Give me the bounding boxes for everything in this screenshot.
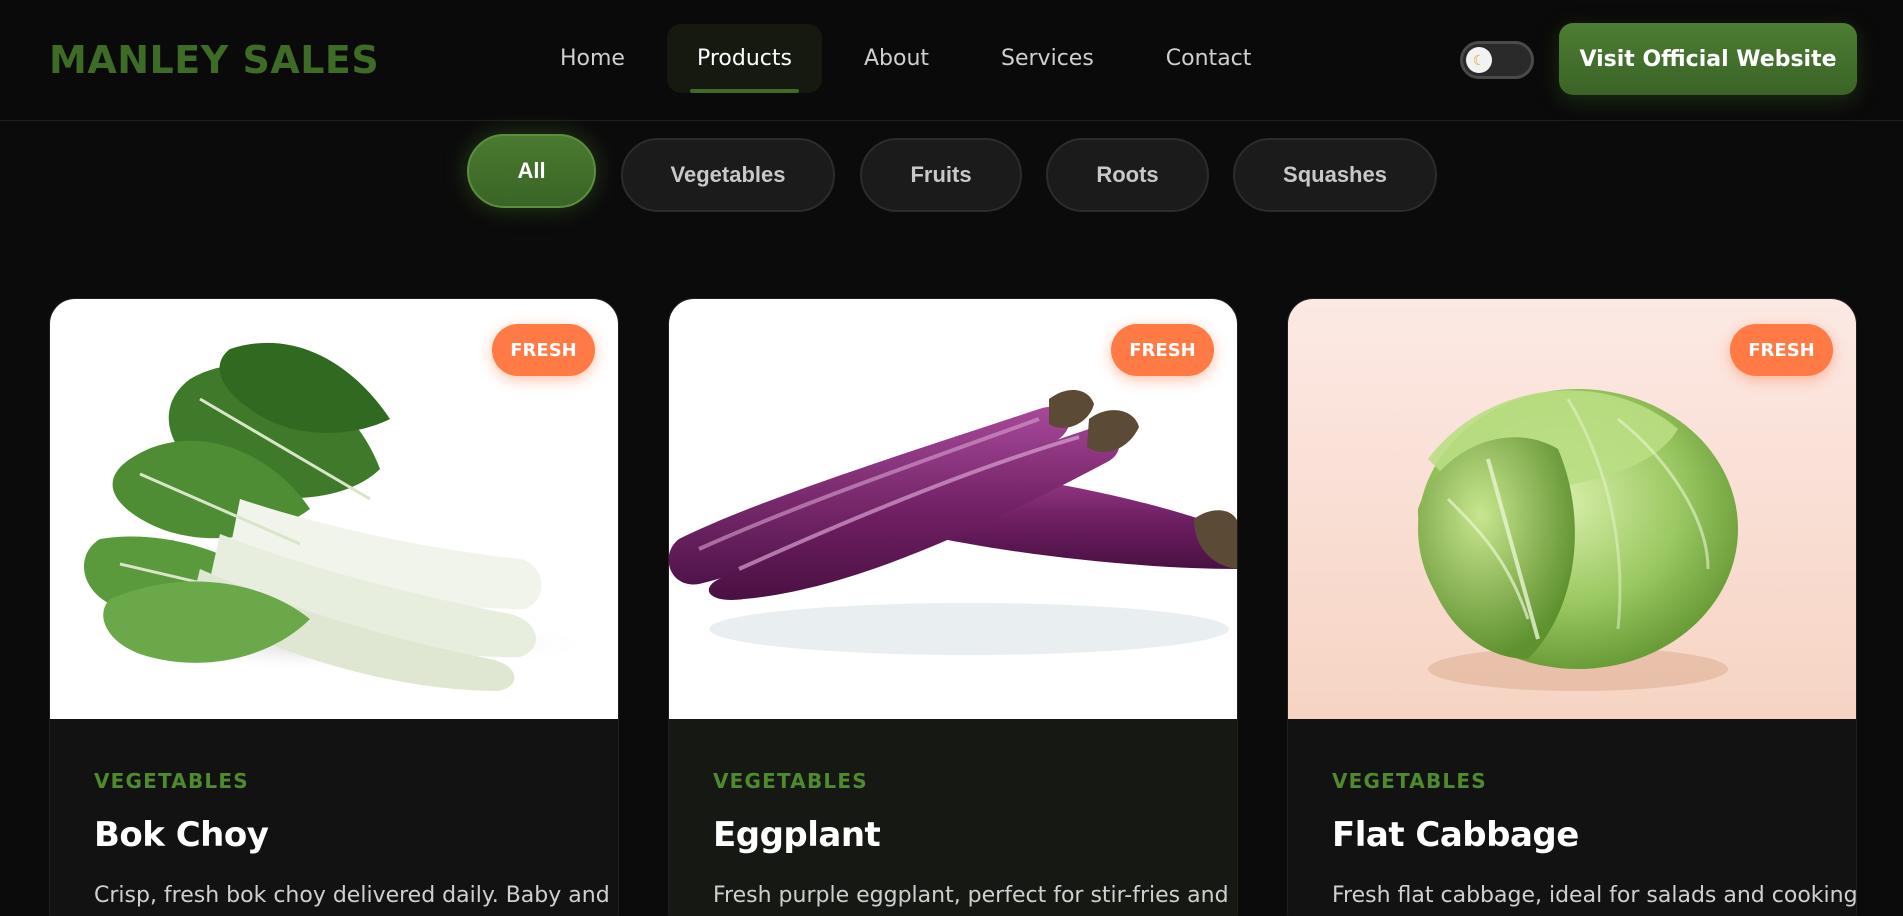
bok-choy-image: FRESH bbox=[50, 299, 618, 719]
filter-roots[interactable]: Roots bbox=[1046, 138, 1209, 212]
product-description: Fresh flat cabbage, ideal for salads and… bbox=[1332, 883, 1857, 908]
product-description: Crisp, fresh bok choy delivered daily. B… bbox=[94, 883, 610, 908]
eggplant-image: FRESH bbox=[669, 299, 1237, 719]
product-card[interactable]: FRESH VEGETABLES Eggplant Fresh purple e… bbox=[668, 298, 1238, 916]
product-name: Eggplant bbox=[713, 815, 881, 855]
fresh-badge: FRESH bbox=[492, 324, 595, 376]
site-header: MANLEY SALES Home Products About Service… bbox=[0, 0, 1903, 121]
nav-item-about[interactable]: About bbox=[834, 24, 959, 93]
site-logo[interactable]: MANLEY SALES bbox=[49, 38, 379, 82]
product-category: VEGETABLES bbox=[94, 769, 249, 793]
nav-item-contact[interactable]: Contact bbox=[1136, 24, 1282, 93]
product-card-body: VEGETABLES Bok Choy Crisp, fresh bok cho… bbox=[94, 769, 610, 908]
fresh-badge: FRESH bbox=[1730, 324, 1833, 376]
nav-item-home[interactable]: Home bbox=[530, 24, 655, 93]
moon-icon: ☾ bbox=[1466, 47, 1492, 73]
visit-website-button[interactable]: Visit Official Website bbox=[1559, 23, 1857, 95]
product-card[interactable]: FRESH VEGETABLES Flat Cabbage Fresh flat… bbox=[1287, 298, 1857, 916]
filter-fruits[interactable]: Fruits bbox=[860, 138, 1022, 212]
product-card-body: VEGETABLES Eggplant Fresh purple eggplan… bbox=[713, 769, 1229, 908]
filter-vegetables[interactable]: Vegetables bbox=[621, 138, 835, 212]
product-name: Bok Choy bbox=[94, 815, 269, 855]
product-name: Flat Cabbage bbox=[1332, 815, 1579, 855]
filter-all[interactable]: All bbox=[467, 134, 596, 208]
fresh-badge: FRESH bbox=[1111, 324, 1214, 376]
product-card[interactable]: FRESH VEGETABLES Bok Choy Crisp, fresh b… bbox=[49, 298, 619, 916]
product-description: Fresh purple eggplant, perfect for stir-… bbox=[713, 883, 1229, 908]
nav-item-services[interactable]: Services bbox=[971, 24, 1124, 93]
theme-toggle[interactable]: ☾ bbox=[1460, 41, 1534, 79]
product-category: VEGETABLES bbox=[713, 769, 868, 793]
main-nav: Home Products About Services Contact bbox=[530, 24, 1281, 93]
nav-item-products[interactable]: Products bbox=[666, 24, 822, 93]
product-category: VEGETABLES bbox=[1332, 769, 1487, 793]
filter-squashes[interactable]: Squashes bbox=[1233, 138, 1437, 212]
cabbage-image: FRESH bbox=[1288, 299, 1856, 719]
product-card-body: VEGETABLES Flat Cabbage Fresh flat cabba… bbox=[1332, 769, 1857, 908]
